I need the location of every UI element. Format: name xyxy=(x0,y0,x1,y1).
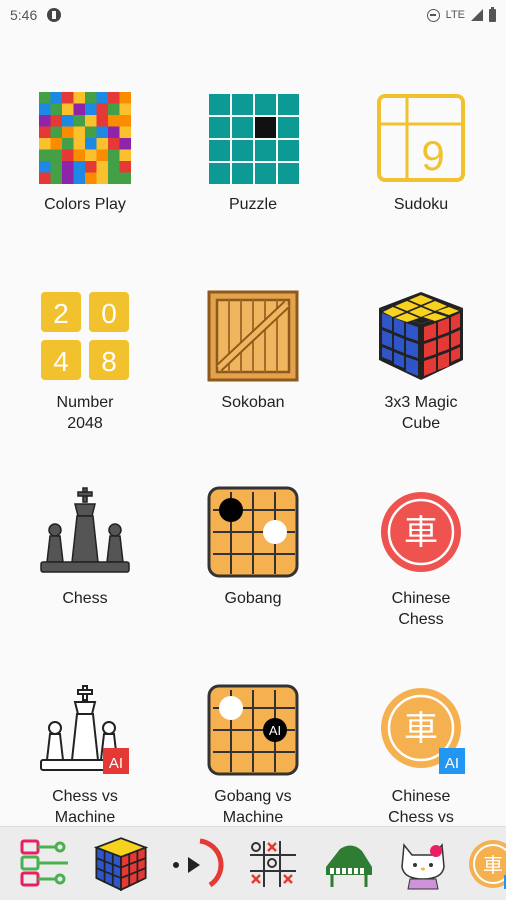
chinese-chess-icon[interactable]: 車 xyxy=(466,837,506,891)
tile-digit: 2 xyxy=(53,298,69,329)
app-label: Sokoban xyxy=(221,394,285,411)
app-label: Chess vs Machine xyxy=(52,788,118,826)
wooden-crate-icon xyxy=(207,290,299,382)
app-magic-cube[interactable]: 3x3 Magic Cube xyxy=(341,290,501,434)
tile-digit: 0 xyxy=(101,298,117,329)
app-puzzle[interactable]: Puzzle xyxy=(173,92,333,215)
app-sudoku[interactable]: 9 Sudoku xyxy=(341,92,501,215)
rubik-cube-icon[interactable] xyxy=(93,837,149,892)
app-chess[interactable]: Chess xyxy=(5,486,165,609)
app-chess-vs-machine[interactable]: AI Chess vs Machine xyxy=(5,684,165,828)
chinese-char: 車 xyxy=(404,513,438,553)
app-colors-play[interactable]: Colors Play xyxy=(5,92,165,215)
app-label: Gobang vs Machine xyxy=(214,788,292,826)
app-label: Colors Play xyxy=(44,196,126,213)
status-icons: LTE xyxy=(426,6,496,22)
app-label: Gobang xyxy=(224,590,282,607)
number-2048-icon: 2 0 4 8 xyxy=(39,290,131,382)
status-bar: 5:46 LTE xyxy=(0,0,506,30)
app-label: Chinese Chess xyxy=(391,590,451,628)
battery-icon xyxy=(489,6,496,22)
colorful-grid-icon xyxy=(39,92,131,184)
app-label: Number 2048 xyxy=(56,394,114,432)
sudoku-digit: 9 xyxy=(421,132,444,179)
ai-badge: AI xyxy=(445,755,459,772)
app-label: Chinese Chess vs xyxy=(388,788,454,826)
ai-badge: AI xyxy=(269,723,281,738)
chess-pieces-icon xyxy=(39,486,131,578)
chinese-char: 車 xyxy=(483,853,503,877)
app-chinese-chess[interactable]: 車 Chinese Chess xyxy=(341,486,501,630)
app-number-2048[interactable]: 2 0 4 8 Number 2048 xyxy=(5,290,165,434)
rubik-cube-icon xyxy=(375,290,467,382)
app-sokoban[interactable]: Sokoban xyxy=(173,290,333,413)
chinese-char: 車 xyxy=(404,709,438,749)
network-label: LTE xyxy=(445,9,465,21)
app-gobang[interactable]: Gobang xyxy=(173,486,333,609)
kitty-icon[interactable] xyxy=(396,837,450,891)
app-gobang-vs-machine[interactable]: AI Gobang vs Machine xyxy=(173,684,333,828)
ai-badge: AI xyxy=(109,755,123,772)
flowchart-icon[interactable] xyxy=(18,837,72,891)
chess-ai-icon: AI xyxy=(39,684,131,776)
app-label: 3x3 Magic Cube xyxy=(384,394,458,432)
bottom-app-bar: 車 xyxy=(0,826,506,900)
clock: 5:46 xyxy=(10,7,38,23)
sliding-puzzle-icon xyxy=(207,92,299,184)
app-label: Chess xyxy=(62,590,108,607)
sudoku-icon: 9 xyxy=(375,92,467,184)
gobang-board-icon xyxy=(207,486,299,578)
app-label: Sudoku xyxy=(393,196,449,213)
gobang-ai-icon: AI xyxy=(207,684,299,776)
dial-icon[interactable] xyxy=(170,837,224,891)
notification-icon xyxy=(47,8,62,22)
tile-digit: 4 xyxy=(53,346,69,377)
tic-tac-toe-icon[interactable] xyxy=(246,837,300,891)
chinese-chess-ai-icon: 車 AI xyxy=(375,684,467,776)
chinese-chess-icon: 車 xyxy=(375,486,467,578)
app-label: Puzzle xyxy=(228,196,278,213)
piano-icon[interactable] xyxy=(322,837,376,891)
do-not-disturb-icon xyxy=(426,8,440,22)
app-chinese-chess-vs[interactable]: 車 AI Chinese Chess vs xyxy=(341,684,501,828)
signal-icon xyxy=(471,9,483,21)
tile-digit: 8 xyxy=(101,346,117,377)
